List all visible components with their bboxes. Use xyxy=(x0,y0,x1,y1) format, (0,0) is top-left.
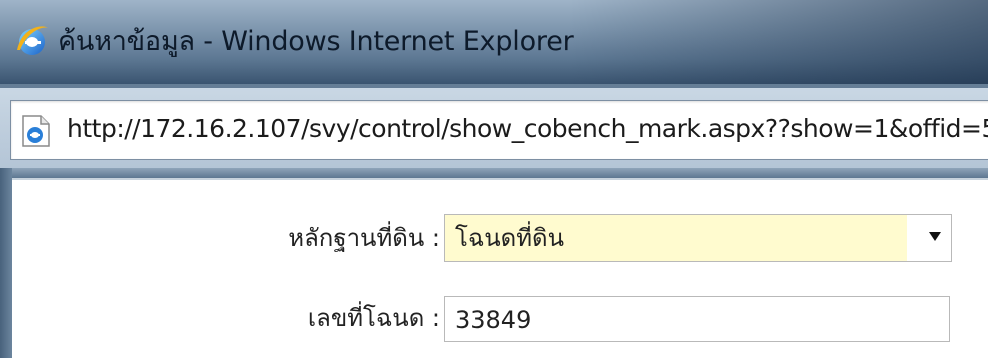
address-bar: http://172.16.2.107/svy/control/show_cob… xyxy=(0,88,988,168)
url-text: http://172.16.2.107/svy/control/show_cob… xyxy=(67,114,988,143)
evidence-select[interactable]: โฉนดที่ดิน xyxy=(444,214,952,262)
dropdown-arrow-icon[interactable] xyxy=(929,232,941,241)
deed-number-input[interactable]: 33849 xyxy=(444,296,950,342)
page-content: หลักฐานที่ดิน : โฉนดที่ดิน เลขที่โฉนด : … xyxy=(12,178,988,358)
deed-number-label: เลขที่โฉนด : xyxy=(307,304,440,332)
title-bar: ค้นหาข้อมูล - Windows Internet Explorer xyxy=(0,0,988,84)
frame-separator xyxy=(0,168,988,178)
evidence-selected-value: โฉนดที่ดิน xyxy=(445,215,907,261)
window-left-border xyxy=(0,168,12,358)
evidence-label: หลักฐานที่ดิน : xyxy=(288,224,440,252)
window-title: ค้นหาข้อมูล - Windows Internet Explorer xyxy=(58,26,574,57)
address-field[interactable]: http://172.16.2.107/svy/control/show_cob… xyxy=(10,100,988,160)
ie-logo-icon xyxy=(17,26,48,55)
ie-window: ค้นหาข้อมูล - Windows Internet Explorer … xyxy=(0,0,988,358)
ie-page-icon xyxy=(22,115,50,147)
